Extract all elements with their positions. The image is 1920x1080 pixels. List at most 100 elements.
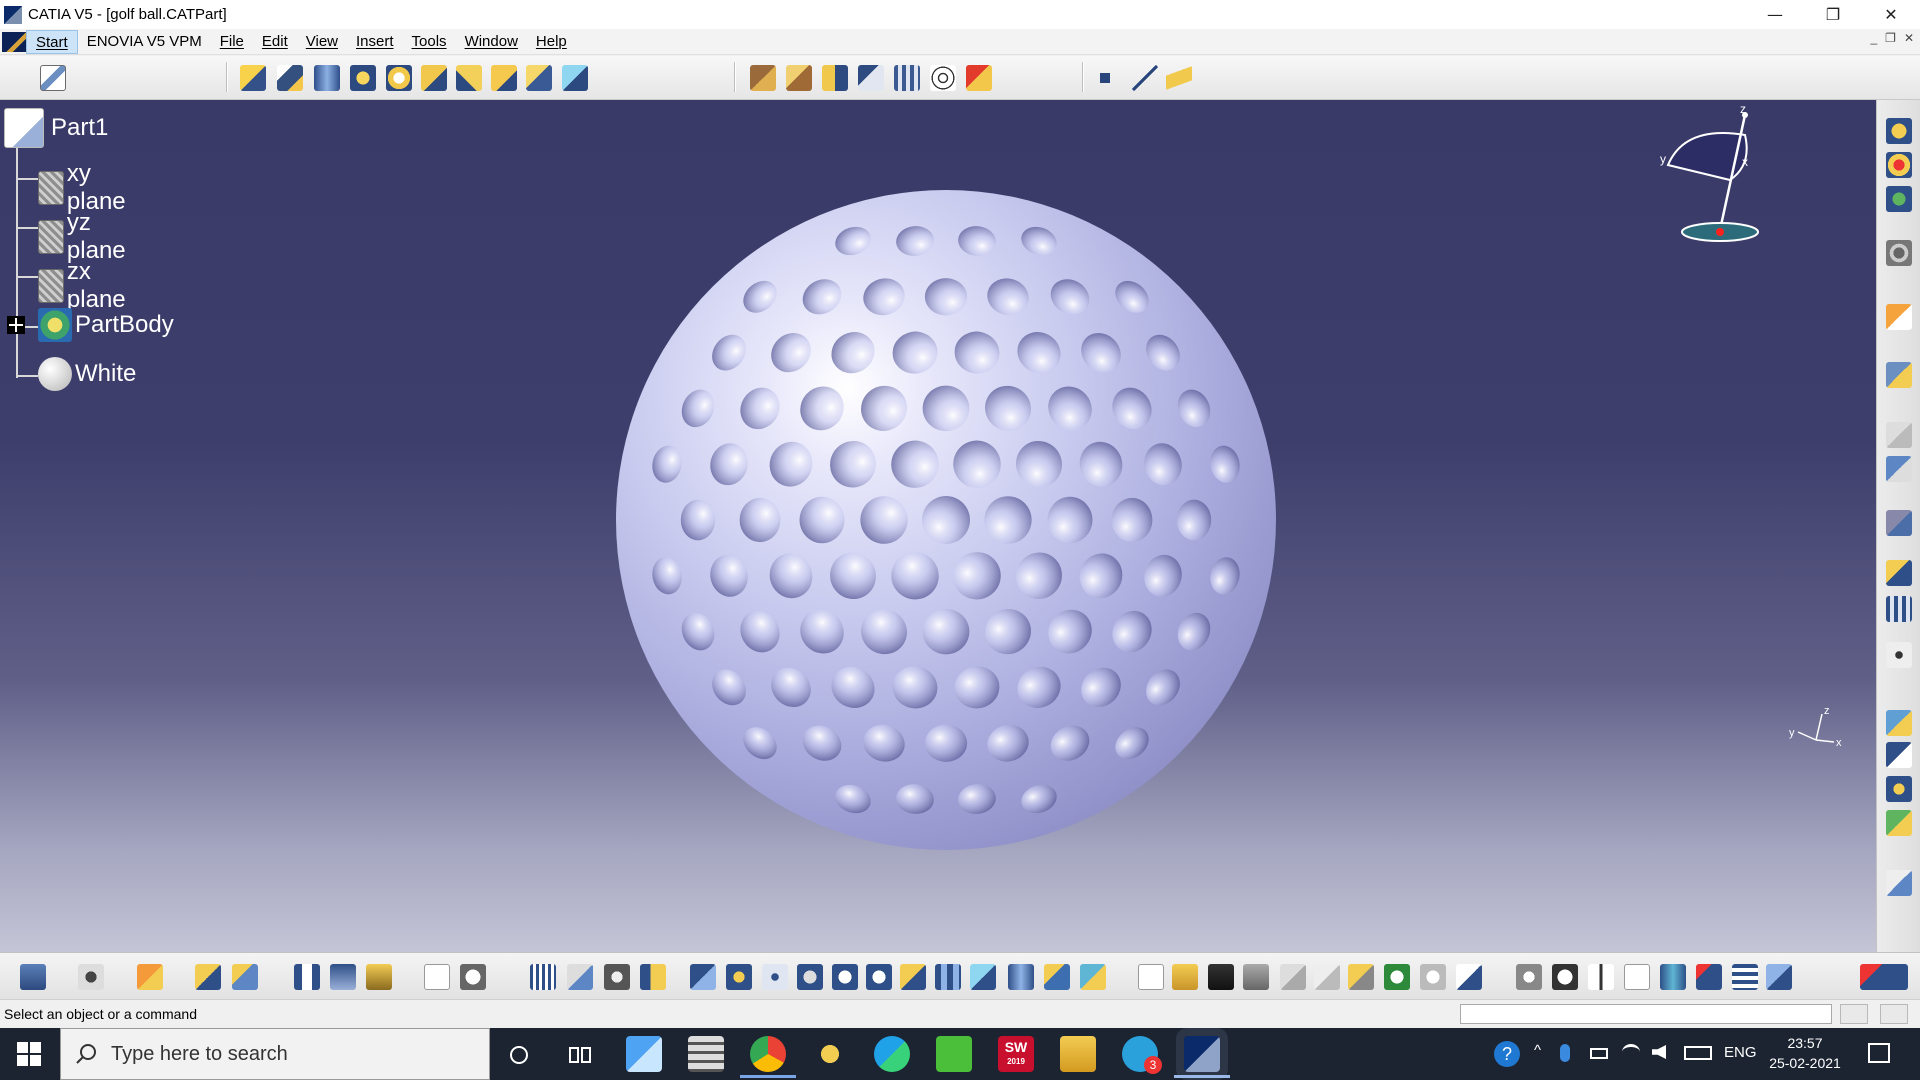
analysis-icon[interactable] bbox=[1886, 186, 1912, 212]
pattern-icon[interactable] bbox=[894, 65, 920, 91]
pocket-icon[interactable] bbox=[277, 65, 303, 91]
formula-icon[interactable] bbox=[424, 964, 450, 990]
taskbar-telegram-icon[interactable]: 3 bbox=[1122, 1036, 1162, 1074]
check-icon[interactable] bbox=[604, 964, 630, 990]
dimension-icon[interactable] bbox=[294, 964, 320, 990]
removed-multi-section-icon[interactable] bbox=[526, 65, 552, 91]
taskbar-autocad-icon[interactable] bbox=[812, 1036, 848, 1072]
status-button-1[interactable] bbox=[1840, 1004, 1868, 1024]
taskbar-search[interactable]: Type here to search bbox=[60, 1028, 490, 1080]
status-button-2[interactable] bbox=[1880, 1004, 1908, 1024]
reframe-icon[interactable] bbox=[1516, 964, 1542, 990]
scan-icon[interactable] bbox=[1886, 810, 1912, 836]
battery-icon[interactable] bbox=[1590, 1048, 1608, 1059]
plane-view-icon[interactable] bbox=[1766, 964, 1792, 990]
expand-plus-icon[interactable] bbox=[6, 315, 26, 335]
body-icon[interactable] bbox=[1886, 776, 1912, 802]
rib-icon[interactable] bbox=[421, 65, 447, 91]
knowledge-icon[interactable] bbox=[460, 964, 486, 990]
chamfer-icon[interactable] bbox=[786, 65, 812, 91]
reaction-icon[interactable] bbox=[640, 964, 666, 990]
taskbar-camtasia-icon[interactable] bbox=[936, 1036, 972, 1072]
shell-icon[interactable] bbox=[858, 65, 884, 91]
paste-icon[interactable] bbox=[1348, 964, 1374, 990]
new-file-icon[interactable] bbox=[1138, 964, 1164, 990]
plane-icon[interactable] bbox=[1166, 65, 1192, 91]
cortana-icon[interactable] bbox=[508, 1044, 530, 1066]
hand-pan-icon[interactable] bbox=[1552, 964, 1578, 990]
transformation-icon[interactable] bbox=[1886, 710, 1912, 736]
cut-icon[interactable] bbox=[1280, 964, 1306, 990]
restore-button[interactable]: ❐ bbox=[1804, 0, 1862, 29]
menu-edit[interactable]: Edit bbox=[253, 30, 297, 54]
annotation-icon[interactable] bbox=[1886, 510, 1912, 536]
doc-minimize-button[interactable]: _ bbox=[1870, 31, 1877, 45]
taskbar-edge-icon[interactable] bbox=[874, 1036, 910, 1072]
grid-icon[interactable] bbox=[1886, 596, 1912, 622]
golf-ball-model[interactable] bbox=[616, 190, 1276, 850]
3d-constraint-icon[interactable] bbox=[1886, 422, 1912, 448]
sketcher-icon[interactable] bbox=[40, 65, 66, 91]
tree-item-yz-plane[interactable]: yz plane bbox=[38, 209, 137, 265]
design-table-icon[interactable] bbox=[530, 964, 556, 990]
boolean-icon[interactable] bbox=[966, 65, 992, 91]
taskbar-catia-icon[interactable] bbox=[1174, 1036, 1230, 1078]
menu-file[interactable]: File bbox=[211, 30, 253, 54]
tree-item-part1[interactable]: Part1 bbox=[4, 108, 111, 148]
hide-show-icon[interactable] bbox=[1044, 964, 1070, 990]
update-icon[interactable] bbox=[20, 964, 46, 990]
redo-icon[interactable] bbox=[1420, 964, 1446, 990]
doc-restore-button[interactable]: ❐ bbox=[1885, 31, 1896, 45]
settings-gear-icon[interactable] bbox=[1886, 240, 1912, 266]
capture-camera-icon[interactable] bbox=[78, 964, 104, 990]
menu-start[interactable]: Start bbox=[26, 29, 78, 54]
notifications-icon[interactable] bbox=[1868, 1043, 1890, 1063]
minimize-button[interactable]: — bbox=[1746, 0, 1804, 29]
open-folder-icon[interactable] bbox=[1172, 964, 1198, 990]
constraint-icon[interactable] bbox=[1886, 456, 1912, 482]
show-hidden-icons-chevron-icon[interactable]: ^ bbox=[1534, 1042, 1541, 1059]
catia-app-icon[interactable] bbox=[4, 5, 22, 24]
isometric-view-icon[interactable] bbox=[970, 964, 996, 990]
taskbar-file-explorer-icon[interactable] bbox=[1060, 1036, 1096, 1072]
undo-icon[interactable] bbox=[1384, 964, 1410, 990]
tree-item-partbody[interactable]: PartBody bbox=[6, 308, 177, 342]
rotate-icon[interactable] bbox=[797, 964, 823, 990]
catalog-browser-icon[interactable] bbox=[1886, 642, 1912, 668]
windows-start-button[interactable] bbox=[0, 1028, 58, 1080]
tree-item-zx-plane[interactable]: zx plane bbox=[38, 258, 137, 314]
doc-close-button[interactable]: ✕ bbox=[1904, 31, 1914, 45]
pan-icon[interactable] bbox=[762, 964, 788, 990]
close-button[interactable]: ✕ bbox=[1862, 0, 1920, 29]
fly-mode-icon[interactable] bbox=[690, 964, 716, 990]
inertia-icon[interactable] bbox=[330, 964, 356, 990]
language-indicator[interactable]: ENG bbox=[1724, 1044, 1757, 1061]
measure-between-icon[interactable] bbox=[195, 964, 221, 990]
menu-window[interactable]: Window bbox=[456, 30, 527, 54]
text-annotation-icon[interactable] bbox=[1886, 870, 1912, 896]
surface-icon[interactable] bbox=[1886, 742, 1912, 768]
keyboard-icon[interactable] bbox=[1684, 1046, 1712, 1060]
3d-viewport[interactable]: Part1 xy plane yz plane zx plane PartBod… bbox=[0, 100, 1876, 952]
select-cursor-icon[interactable] bbox=[1886, 304, 1912, 330]
line-icon[interactable] bbox=[1132, 65, 1158, 91]
menu-view[interactable]: View bbox=[297, 30, 347, 54]
system-clock[interactable]: 23:57 25-02-2021 bbox=[1760, 1033, 1850, 1073]
tree-item-white[interactable]: White bbox=[38, 357, 139, 391]
menu-insert[interactable]: Insert bbox=[347, 30, 403, 54]
taskbar-calculator-icon[interactable] bbox=[688, 1036, 724, 1072]
multi-view-icon[interactable] bbox=[935, 964, 961, 990]
zoom-out-icon[interactable] bbox=[866, 964, 892, 990]
normal-view-icon[interactable] bbox=[900, 964, 926, 990]
hole-icon[interactable] bbox=[386, 65, 412, 91]
shading-icon[interactable] bbox=[1008, 964, 1034, 990]
compass-widget[interactable]: z y x bbox=[1650, 105, 1770, 285]
multi-section-solid-icon[interactable] bbox=[491, 65, 517, 91]
law-icon[interactable] bbox=[567, 964, 593, 990]
precision-icon[interactable] bbox=[1624, 964, 1650, 990]
swap-visible-space-icon[interactable] bbox=[1080, 964, 1106, 990]
point-icon[interactable] bbox=[1100, 73, 1110, 83]
catia-menu-logo-icon[interactable] bbox=[2, 31, 26, 52]
pad-icon[interactable] bbox=[240, 65, 266, 91]
section-icon[interactable] bbox=[1660, 964, 1686, 990]
